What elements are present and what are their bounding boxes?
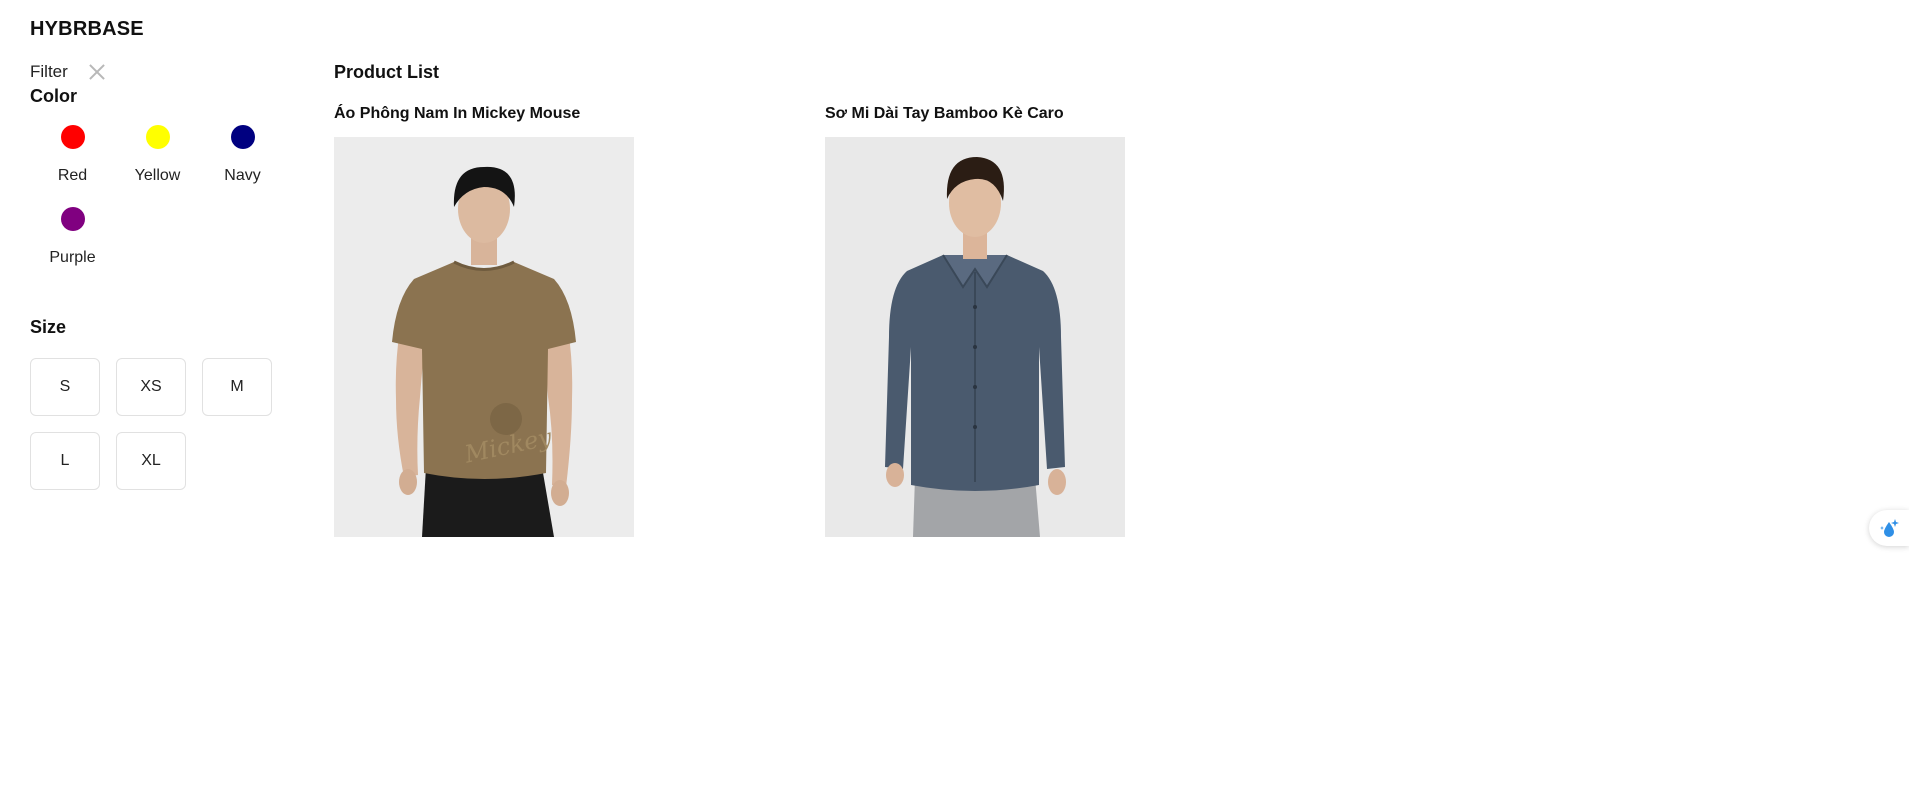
- color-option-yellow[interactable]: Yellow: [115, 125, 200, 185]
- product-name[interactable]: Áo Phông Nam In Mickey Mouse: [334, 105, 634, 123]
- shirt-model-image: [825, 137, 1125, 537]
- size-options: S XS M L XL: [30, 358, 280, 490]
- close-icon[interactable]: [88, 63, 106, 81]
- filter-sidebar: Filter Color Red Yellow Navy Purple Size…: [30, 60, 280, 490]
- size-option-xs[interactable]: XS: [116, 358, 186, 416]
- product-grid: Áo Phông Nam In Mickey Mouse Mickey Sơ M…: [334, 105, 1316, 537]
- page-title: Product List: [334, 62, 440, 82]
- size-option-s[interactable]: S: [30, 358, 100, 416]
- size-option-l[interactable]: L: [30, 432, 100, 490]
- color-label: Red: [57, 167, 88, 184]
- color-option-purple[interactable]: Purple: [30, 207, 115, 267]
- brand-logo: HYBRBASE: [30, 18, 144, 40]
- color-label: Navy: [224, 167, 261, 184]
- filter-header: Filter: [30, 60, 280, 84]
- color-swatch: [60, 207, 85, 231]
- color-option-red[interactable]: Red: [30, 125, 115, 185]
- size-section-title: Size: [30, 317, 67, 337]
- size-option-m[interactable]: M: [202, 358, 272, 416]
- product-image[interactable]: Mickey: [334, 137, 634, 537]
- color-options: Red Yellow Navy Purple: [30, 125, 285, 267]
- product-card[interactable]: Áo Phông Nam In Mickey Mouse Mickey: [334, 105, 634, 537]
- floating-tool-button[interactable]: [1869, 510, 1909, 546]
- color-option-navy[interactable]: Navy: [200, 125, 285, 185]
- color-swatch: [60, 125, 85, 149]
- color-label: Yellow: [134, 167, 181, 184]
- color-section-title: Color: [30, 86, 77, 106]
- product-list: Product List Áo Phông Nam In Mickey Mous…: [334, 62, 1316, 537]
- product-image[interactable]: [825, 137, 1125, 537]
- product-card[interactable]: Sơ Mi Dài Tay Bamboo Kè Caro: [825, 105, 1125, 537]
- product-name[interactable]: Sơ Mi Dài Tay Bamboo Kè Caro: [825, 105, 1125, 123]
- color-label: Purple: [49, 249, 96, 266]
- color-swatch: [145, 125, 170, 149]
- filter-label: Filter: [30, 62, 68, 81]
- size-option-xl[interactable]: XL: [116, 432, 186, 490]
- tshirt-model-image: Mickey: [334, 137, 634, 537]
- color-swatch: [230, 125, 255, 149]
- water-drop-sparkle-icon: [1880, 519, 1899, 537]
